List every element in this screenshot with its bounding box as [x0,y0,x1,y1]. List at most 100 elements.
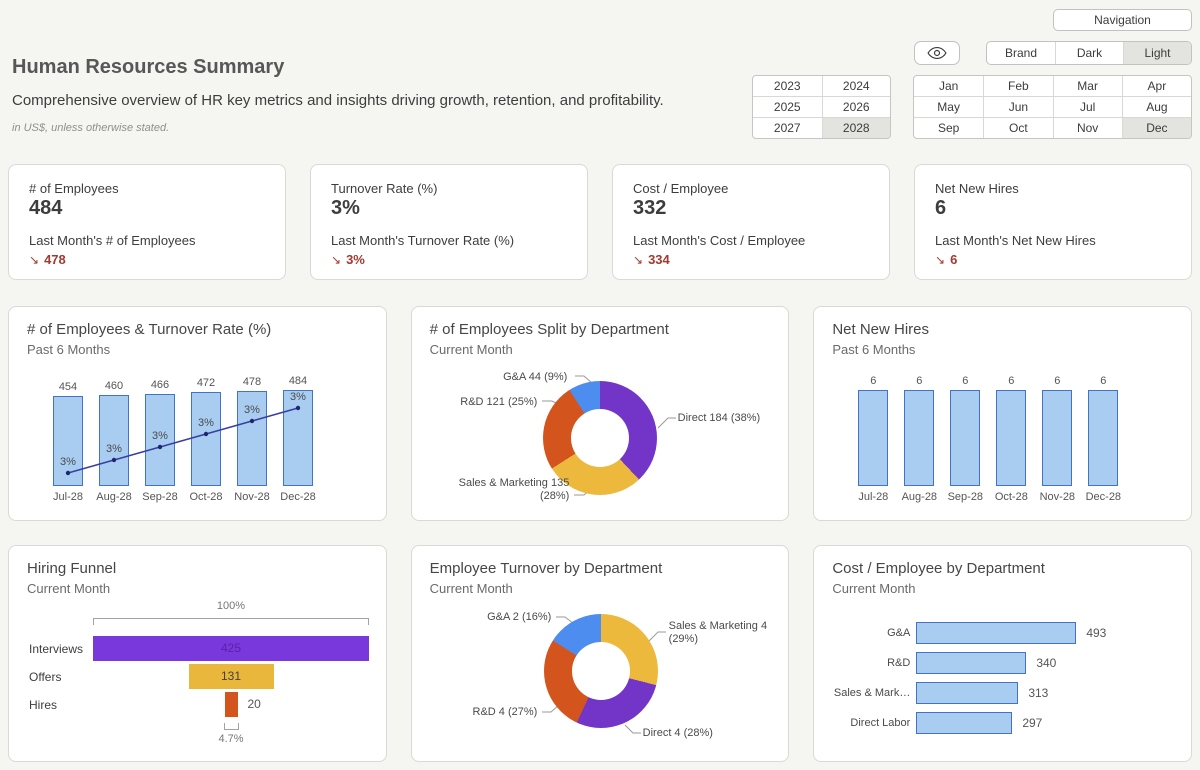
bar-column: 478Nov-28 [229,371,275,505]
donut-hole [571,409,629,467]
chart-subtitle: Current Month [832,581,1173,596]
year-cell-2026[interactable]: 2026 [822,96,891,117]
kpi-card: Net New Hires6Last Month's Net New Hires… [914,164,1192,280]
bar [191,392,221,486]
charts-grid: # of Employees & Turnover Rate (%) Past … [8,306,1192,762]
x-axis-label: Nov-28 [1040,491,1075,505]
funnel-bar [225,692,238,717]
x-axis-label: Sep-28 [142,491,177,505]
cost-row: G&A 493 [814,618,1191,648]
kpi-value: 6 [935,197,1171,220]
funnel-stage-label: Offers [29,670,61,684]
trend-down-icon: ↘ [633,253,643,267]
month-cell-oct[interactable]: Oct [983,117,1052,138]
dashboard: Navigation BrandDarkLight 20232024202520… [0,0,1200,770]
year-cell-2028[interactable]: 2028 [822,117,891,138]
bar-value-label: 484 [289,375,307,387]
bar-value-label: 6 [870,375,876,387]
bar-value-label: 6 [1100,375,1106,387]
x-axis-label: Dec-28 [280,491,315,505]
funnel-bar-value: 425 [93,636,369,661]
month-cell-jul[interactable]: Jul [1053,96,1122,117]
bar-value-label: 6 [1008,375,1014,387]
chart-card-hiring-funnel: Hiring Funnel Current Month 100% Intervi… [8,545,387,762]
chart-title: # of Employees Split by Department [430,321,771,338]
chart-card-employees-split: # of Employees Split by Department Curre… [411,306,790,521]
donut-hole [572,642,630,700]
funnel-bar: 131 [189,664,274,689]
theme-option-light[interactable]: Light [1123,42,1191,64]
navigation-button[interactable]: Navigation [1053,9,1192,31]
theme-option-dark[interactable]: Dark [1055,42,1123,64]
cost-value-label: 313 [1028,686,1048,700]
kpi-compare-number: 478 [44,252,66,267]
year-cell-2024[interactable]: 2024 [822,76,891,96]
chart-title: Employee Turnover by Department [430,560,771,577]
bar-value-label: 460 [105,380,123,392]
kpi-label: Cost / Employee [633,181,869,196]
month-cell-feb[interactable]: Feb [983,76,1052,96]
kpi-label: Turnover Rate (%) [331,181,567,196]
donut-label-gna: G&A 44 (9%) [503,371,567,384]
donut-label-rnd: R&D 4 (27%) [473,706,538,719]
trend-down-icon: ↘ [331,253,341,267]
bar-value-label: 6 [962,375,968,387]
bar-value-label: 454 [59,381,77,393]
currency-note: in US$, unless otherwise stated. [12,122,664,134]
kpi-value: 484 [29,197,265,220]
page-subtitle: Comprehensive overview of HR key metrics… [12,92,664,109]
eye-button[interactable] [914,41,960,65]
cost-row: Sales & Mark…313 [814,678,1191,708]
donut-label-gna: G&A 2 (16%) [487,611,551,624]
bar-column: 6 Jul-28 [850,371,896,505]
combo-bar-line-plot: 454Jul-28460Aug-28466Sep-28472Oct-28478N… [45,371,321,505]
funnel-top-percentage: 100% [93,600,369,612]
x-axis-label: Sep-28 [948,491,983,505]
x-axis-label: Oct-28 [189,491,222,505]
bar-column: 6Nov-28 [1034,371,1080,505]
kpi-compare-value: ↘3% [331,252,567,267]
donut-label-sales: Sales & Marketing 4 (29%) [669,620,789,646]
bar-value-label: 478 [243,376,261,388]
month-cell-nov[interactable]: Nov [1053,117,1122,138]
bar-value-label: 6 [916,375,922,387]
month-cell-jun[interactable]: Jun [983,96,1052,117]
year-cell-2023[interactable]: 2023 [753,76,822,96]
month-cell-jan[interactable]: Jan [914,76,983,96]
theme-option-brand[interactable]: Brand [987,42,1055,64]
x-axis-label: Aug-28 [96,491,131,505]
year-cell-2027[interactable]: 2027 [753,117,822,138]
bar [237,391,267,486]
page-title: Human Resources Summary [12,56,664,79]
kpi-compare-value: ↘334 [633,252,869,267]
funnel-bottom-bracket [224,723,239,730]
bar [99,395,129,486]
bar-column: 6Oct-28 [988,371,1034,505]
month-cell-apr[interactable]: Apr [1122,76,1191,96]
cost-value-label: 493 [1086,626,1106,640]
kpi-value: 3% [331,197,567,220]
funnel-top-bracket [93,618,369,625]
month-cell-aug[interactable]: Aug [1122,96,1191,117]
cost-row: R&D340 [814,648,1191,678]
eye-icon [927,46,947,60]
bar [1042,390,1072,486]
bar-column: 472Oct-28 [183,371,229,505]
cost-category-label: G&A [814,627,916,639]
year-cell-2025[interactable]: 2025 [753,96,822,117]
x-axis-label: Jul-28 [53,491,83,505]
month-cell-may[interactable]: May [914,96,983,117]
x-axis-label: Dec-28 [1086,491,1121,505]
chart-subtitle: Current Month [430,581,771,596]
donut-label-direct: Direct 184 (38%) [678,412,761,425]
kpi-label: # of Employees [29,181,265,196]
month-cell-sep[interactable]: Sep [914,117,983,138]
bar-column: 6Aug-28 [896,371,942,505]
kpi-card: # of Employees484 Last Month's # of Emplo… [8,164,286,280]
month-cell-dec[interactable]: Dec [1122,117,1191,138]
funnel-bottom-percentage: 4.7% [201,733,261,745]
kpi-compare-label: Last Month's # of Employees [29,233,265,248]
month-cell-mar[interactable]: Mar [1053,76,1122,96]
x-axis-label: Jul-28 [858,491,888,505]
kpi-compare-value: ↘6 [935,252,1171,267]
